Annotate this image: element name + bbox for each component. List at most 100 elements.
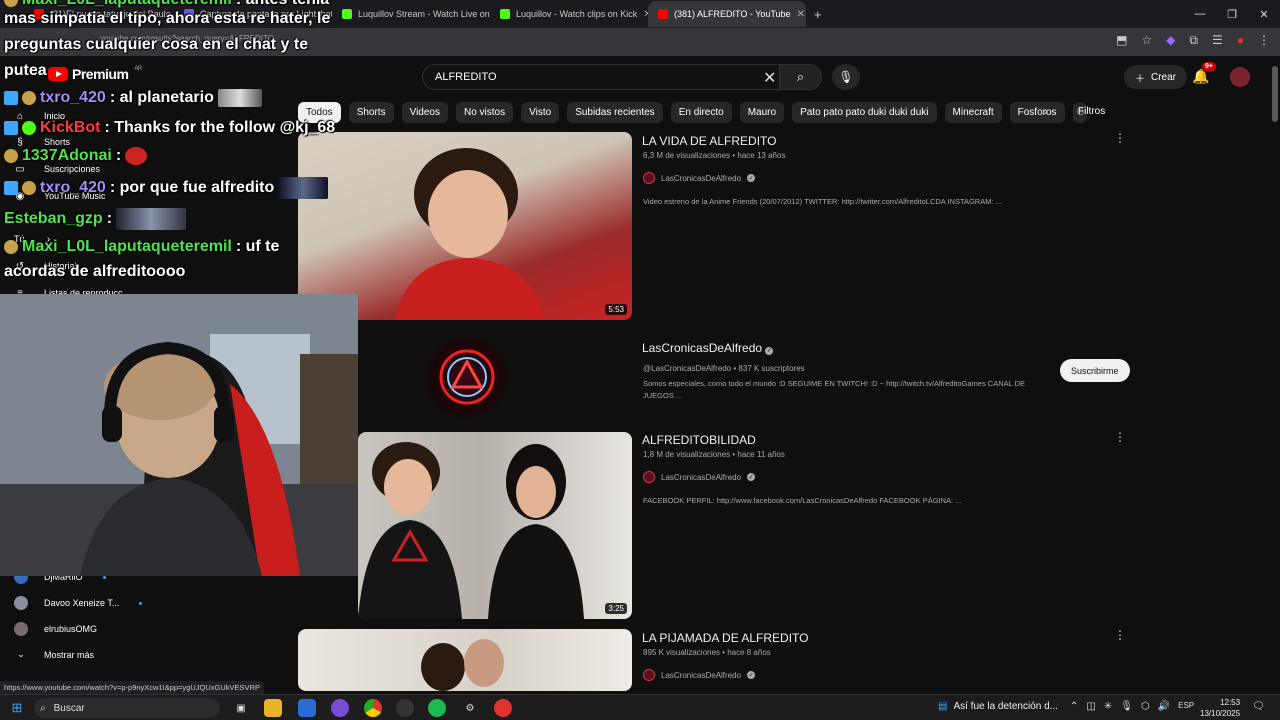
search-input[interactable] bbox=[435, 71, 735, 83]
tab-search-icon[interactable]: ☰ bbox=[1212, 33, 1223, 48]
channel-handle: @LasCronicasDeAlfredo bbox=[643, 364, 732, 373]
chip-mauro[interactable]: Mauro bbox=[739, 102, 785, 123]
chip-shorts[interactable]: Shorts bbox=[348, 102, 394, 123]
channel-avatar bbox=[643, 669, 655, 681]
notifications-icon[interactable]: 🔔 9+ bbox=[1192, 62, 1216, 85]
youtube-logo-icon bbox=[48, 67, 68, 81]
chip-minecraft[interactable]: Minecraft bbox=[944, 102, 1002, 123]
profile-icon[interactable]: ● bbox=[1237, 33, 1244, 48]
bookmark-star-icon[interactable]: ☆ bbox=[1141, 33, 1152, 48]
more-actions-icon[interactable]: ⋮ bbox=[1114, 628, 1126, 642]
chat-message: 1337Adonai: bbox=[4, 147, 148, 165]
notification-center-icon[interactable]: 🗨 bbox=[1252, 701, 1265, 712]
settings-gear-icon[interactable]: ⚙ bbox=[461, 699, 479, 717]
chat-text: : bbox=[106, 210, 113, 227]
chip-subidas-recientes[interactable]: Subidas recientes bbox=[567, 102, 663, 123]
close-window-icon[interactable]: ✕ bbox=[1248, 0, 1280, 28]
tray-app-icon[interactable]: ◫ bbox=[1086, 701, 1095, 712]
voice-search-icon[interactable]: 🎙 bbox=[832, 64, 860, 90]
chat-mod-badge-icon bbox=[4, 91, 18, 105]
chat-username: txro_420 bbox=[40, 179, 106, 196]
more-actions-icon[interactable]: ⋮ bbox=[1114, 131, 1126, 145]
chat-message: KickBot: Thanks for the follow @kj_68 bbox=[4, 119, 335, 137]
filters-button[interactable]: Filtros bbox=[1078, 106, 1105, 117]
microphone-icon[interactable]: 🎙 bbox=[1120, 701, 1133, 712]
video-thumbnail[interactable]: 3:25 bbox=[358, 432, 632, 619]
chevron-right-icon[interactable]: › bbox=[1044, 104, 1048, 118]
clear-search-icon[interactable]: ✕ bbox=[763, 68, 776, 88]
verified-icon: ✓ bbox=[765, 346, 774, 355]
chat-emote-image bbox=[217, 89, 262, 107]
obs-icon[interactable] bbox=[396, 699, 414, 717]
channel-title[interactable]: LasCronicasDeAlfredo ✓ bbox=[642, 341, 774, 355]
tray-app-icon[interactable]: ✳ bbox=[1104, 701, 1112, 712]
view-count: 1,8 M de visualizaciones bbox=[643, 450, 731, 459]
taskbar-search[interactable]: ⌕ Buscar bbox=[34, 698, 220, 718]
chip-no-vistos[interactable]: No vistos bbox=[456, 102, 514, 123]
task-view-icon[interactable]: ▣ bbox=[232, 699, 250, 717]
install-icon[interactable]: ⬒ bbox=[1116, 33, 1127, 48]
extension-icon[interactable]: ◆ bbox=[1166, 33, 1175, 48]
chat-text: acordas de alfreditoooo bbox=[4, 263, 186, 280]
volume-icon[interactable]: 🔊 bbox=[1158, 701, 1170, 712]
channel-link[interactable]: LasCronicasDeAlfredo ✓ bbox=[643, 471, 756, 483]
subscribe-button[interactable]: Suscribirme bbox=[1060, 359, 1130, 382]
search-button[interactable]: ⌕ bbox=[779, 65, 821, 89]
video-thumbnail[interactable]: 5:53 bbox=[298, 132, 632, 320]
restore-icon[interactable]: ❐ bbox=[1216, 0, 1248, 28]
windows-start-icon[interactable]: ⊞ bbox=[8, 699, 26, 717]
sidebar-subscription[interactable]: Davoo Xeneize T... bbox=[14, 596, 143, 610]
video-title[interactable]: ALFREDITOBILIDAD bbox=[642, 433, 756, 447]
spotify-icon[interactable] bbox=[428, 699, 446, 717]
store-icon[interactable] bbox=[298, 699, 316, 717]
more-actions-icon[interactable]: ⋮ bbox=[1114, 430, 1126, 444]
menu-icon[interactable]: ⋮ bbox=[1258, 33, 1270, 48]
browser-tab[interactable]: Luquillov - Watch clips on Kick ✕ bbox=[490, 1, 648, 27]
tray-app-icon[interactable]: ⬡ bbox=[1141, 701, 1150, 712]
subscription-label: elrubiusOMG bbox=[44, 624, 98, 634]
new-tab-icon[interactable]: + bbox=[814, 7, 822, 22]
browser-tab[interactable]: Luquillov Stream - Watch Live on Kick✕ bbox=[332, 1, 490, 27]
chat-message-continued: preguntas cualquier cosa en el chat y te bbox=[4, 36, 308, 54]
show-more-button[interactable]: ⌄ Mostrar más bbox=[14, 649, 94, 660]
channel-link[interactable]: LasCronicasDeAlfredo ✓ bbox=[643, 172, 756, 184]
chat-message: txro_420: al planetario bbox=[4, 89, 262, 107]
channel-link[interactable]: LasCronicasDeAlfredo ✓ bbox=[643, 669, 756, 681]
app-icon[interactable] bbox=[331, 699, 349, 717]
search-box: ✕ ⌕ bbox=[422, 64, 822, 90]
language-label[interactable]: ESP bbox=[1178, 701, 1194, 712]
youtube-premium-logo[interactable]: Premium AR bbox=[48, 66, 142, 82]
chip-videos[interactable]: Videos bbox=[401, 102, 448, 123]
account-avatar[interactable] bbox=[1230, 67, 1250, 87]
chat-text: mas simpatia el tipo, ahora esta re hate… bbox=[4, 10, 331, 27]
page-scrollbar[interactable] bbox=[1272, 66, 1278, 122]
file-explorer-icon[interactable] bbox=[264, 699, 282, 717]
channel-desc-line: JUEGOS ... bbox=[643, 391, 683, 400]
chrome-icon[interactable] bbox=[364, 699, 382, 717]
video-title[interactable]: LA VIDA DE ALFREDITO bbox=[642, 134, 777, 148]
video-meta: 895 K visualizaciones • hace 8 años bbox=[643, 648, 771, 657]
upload-age: hace 11 años bbox=[737, 450, 785, 459]
chip-en-directo[interactable]: En directo bbox=[670, 102, 732, 123]
chip-fosforos[interactable]: Fosforos bbox=[1009, 102, 1065, 123]
chip-pato[interactable]: Pato pato pato duki duki duki bbox=[792, 102, 937, 123]
tab-label: Luquillov Stream - Watch Live on Kick bbox=[358, 9, 490, 19]
close-tab-icon[interactable]: ✕ bbox=[791, 9, 805, 20]
chevron-up-icon[interactable]: ⌃ bbox=[1070, 701, 1078, 712]
create-button[interactable]: ＋ Crear bbox=[1124, 65, 1188, 89]
video-title[interactable]: LA PIJAMADA DE ALFREDITO bbox=[642, 631, 809, 645]
app-icon[interactable] bbox=[494, 699, 512, 717]
puzzle-icon[interactable]: ⧉ bbox=[1189, 33, 1198, 48]
channel-name: LasCronicasDeAlfredo bbox=[661, 670, 742, 680]
browser-tab-active[interactable]: (381) ALFREDITO - YouTube ✕ bbox=[648, 1, 806, 27]
channel-logo[interactable] bbox=[423, 333, 511, 421]
minimize-icon[interactable]: — bbox=[1184, 0, 1216, 28]
chip-visto[interactable]: Visto bbox=[521, 102, 560, 123]
clock[interactable]: 12:53 13/10/2025 bbox=[1200, 697, 1240, 719]
news-widget[interactable]: ▤ Así fue la detención d... bbox=[938, 701, 1058, 712]
sidebar-subscription[interactable]: elrubiusOMG bbox=[14, 622, 97, 636]
subscriber-count: 837 K suscriptores bbox=[738, 364, 805, 373]
video-thumbnail[interactable] bbox=[298, 629, 632, 691]
verified-icon: ✓ bbox=[747, 473, 756, 481]
close-tab-icon[interactable]: ✕ bbox=[637, 9, 648, 20]
